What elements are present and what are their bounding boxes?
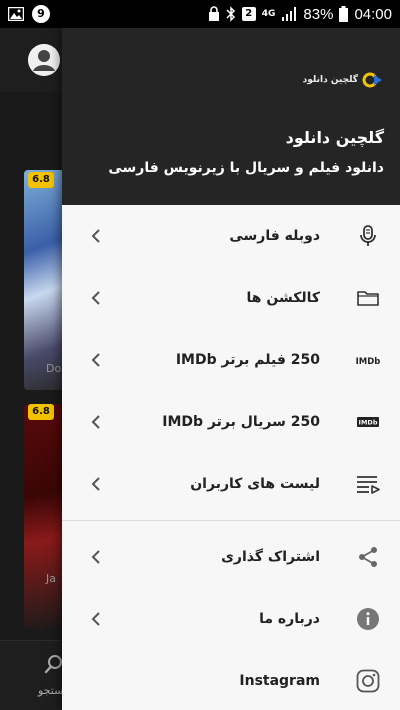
notification-count-badge: 9 (32, 5, 50, 23)
menu-item-label: کالکشن ها (246, 290, 320, 306)
movie-title: Ja (46, 572, 56, 585)
drawer-menu: دوبله فارسی کالکشن ها 250 فیلم برتر IMDb… (62, 205, 400, 710)
menu-item-label: Instagram (239, 673, 320, 689)
avatar[interactable] (28, 44, 60, 76)
chevron-left-icon (91, 353, 100, 367)
menu-item-label: 250 سریال برتر IMDb (162, 414, 320, 430)
signal-icon (282, 7, 297, 21)
gallery-icon (8, 7, 24, 21)
microphone-icon (360, 225, 376, 246)
menu-item-label: لیست های کاربران (190, 476, 320, 492)
bluetooth-icon (226, 6, 235, 22)
menu-item-share[interactable]: اشتراک گذاری (62, 526, 400, 588)
menu-divider (62, 520, 400, 521)
menu-item-label: درباره ما (259, 611, 320, 627)
imdb-icon-text: IMDb (356, 357, 380, 367)
menu-item-instagram[interactable]: Instagram (62, 650, 400, 710)
playlist-icon (357, 476, 380, 494)
chevron-left-icon (91, 612, 100, 626)
share-icon (359, 547, 377, 567)
menu-item-label: دوبله فارسی (229, 228, 320, 244)
info-icon (357, 608, 379, 630)
imdb-badge-icon: IMDb (357, 417, 379, 427)
navigation-drawer: گلچین دانلود گلچین دانلود دانلود فیلم و … (62, 28, 400, 710)
rating-badge: 6.8 (28, 172, 54, 188)
instagram-icon (356, 669, 380, 693)
bottom-nav-search-label[interactable]: ستجو (38, 684, 63, 697)
lock-icon (208, 6, 219, 21)
chevron-left-icon (91, 415, 100, 429)
battery-percent: 83% (303, 5, 334, 23)
status-bar: 9 2 4G 83% 04:00 (0, 0, 400, 28)
sim-slot-indicator: 2 (241, 7, 256, 21)
movie-title: Do (46, 362, 62, 375)
chevron-left-icon (91, 291, 100, 305)
drawer-title: گلچین دانلود (285, 128, 384, 147)
menu-item-persian-dubbed[interactable]: دوبله فارسی (62, 205, 400, 267)
menu-item-top-250-series[interactable]: 250 سریال برتر IMDb IMDb (62, 391, 400, 453)
battery-icon (339, 6, 349, 22)
drawer-header: گلچین دانلود گلچین دانلود دانلود فیلم و … (62, 28, 400, 205)
chevron-left-icon (91, 229, 100, 243)
search-icon[interactable] (44, 654, 64, 674)
app-logo: گلچین دانلود (303, 72, 384, 88)
menu-item-label: 250 فیلم برتر IMDb (175, 352, 320, 368)
rating-badge: 6.8 (28, 404, 54, 420)
network-type: 4G (261, 8, 276, 19)
logo-mark-icon (362, 72, 382, 88)
imdb-badge-text: IMDb (359, 419, 378, 427)
folder-icon (357, 291, 379, 306)
logo-text: گلچین دانلود (302, 75, 358, 85)
chevron-left-icon (91, 550, 100, 564)
menu-item-top-250-movies[interactable]: 250 فیلم برتر IMDb IMDb (62, 329, 400, 391)
clock: 04:00 (354, 5, 392, 23)
menu-item-label: اشتراک گذاری (221, 549, 320, 565)
drawer-subtitle: دانلود فیلم و سریال با زیرنویس فارسی (108, 160, 384, 176)
menu-item-about[interactable]: درباره ما (62, 588, 400, 650)
imdb-icon: IMDb (356, 357, 380, 367)
chevron-left-icon (91, 477, 100, 491)
menu-item-collections[interactable]: کالکشن ها (62, 267, 400, 329)
menu-item-user-lists[interactable]: لیست های کاربران (62, 453, 400, 515)
avatar-icon (28, 44, 60, 76)
